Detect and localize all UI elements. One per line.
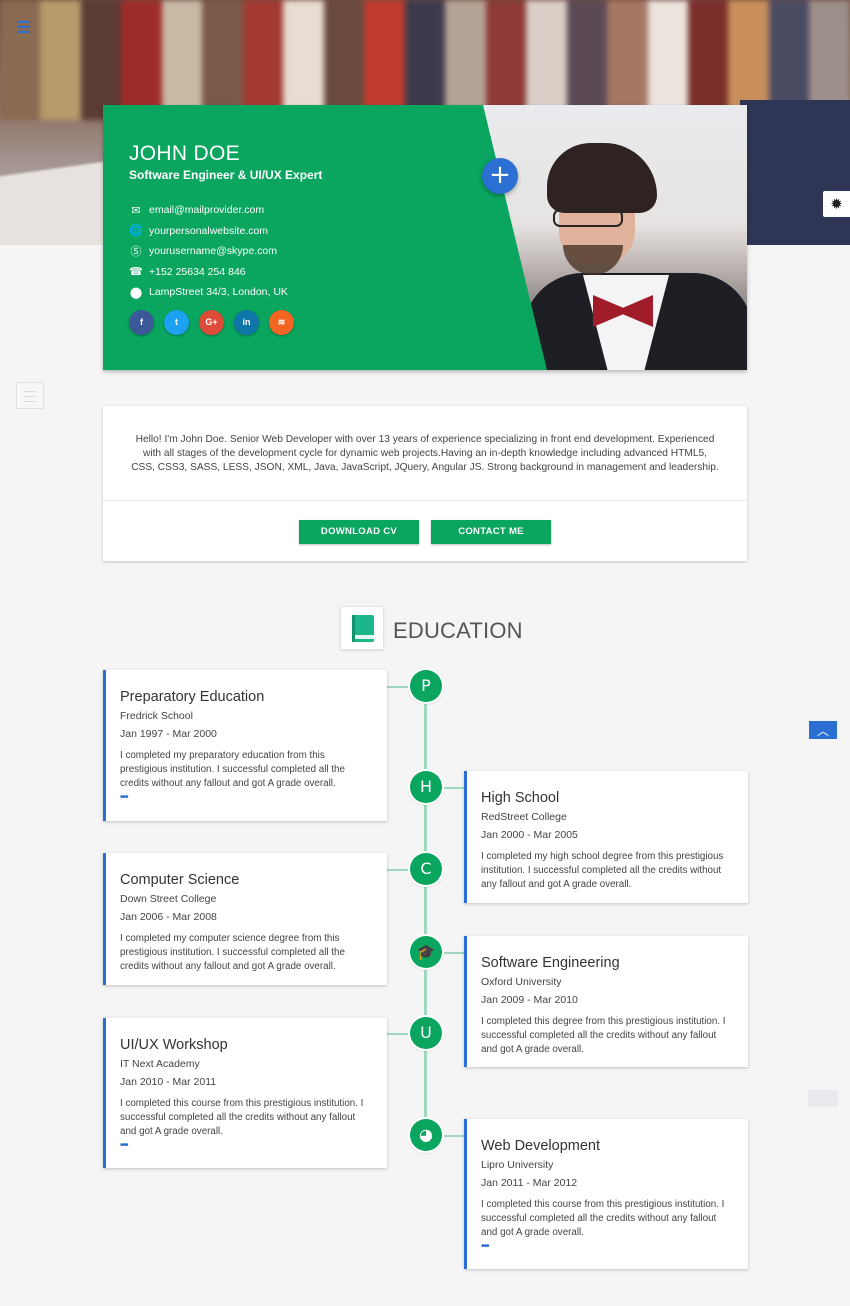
google-plus-icon[interactable]: G+ xyxy=(199,310,224,335)
contact-email[interactable]: ✉ email@mailprovider.com xyxy=(129,200,288,220)
card-date: Jan 1997 - Mar 2000 xyxy=(120,728,217,740)
phone-icon: ☎ xyxy=(129,265,143,278)
profile-photo xyxy=(483,105,747,370)
linkedin-icon[interactable]: in xyxy=(234,310,259,335)
location-pin-icon: ⬤ xyxy=(129,285,143,299)
scroll-to-top-button[interactable]: ︿ xyxy=(809,721,837,739)
card-date: Jan 2000 - Mar 2005 xyxy=(481,829,578,841)
card-title: UI/UX Workshop xyxy=(120,1037,228,1053)
scroll-control[interactable] xyxy=(808,1090,838,1107)
education-card: Preparatory Education Fredrick School Ja… xyxy=(103,670,387,821)
contact-list: ✉ email@mailprovider.com 🌐 yourpersonalweb… xyxy=(129,200,288,303)
contact-me-button[interactable]: CONTACT ME xyxy=(431,520,551,544)
globe-icon: 🌐 xyxy=(129,224,143,237)
profile-card: JOHN DOE Software Engineer & UI/UX Exper… xyxy=(103,105,747,370)
education-card: Computer Science Down Street College Jan… xyxy=(103,853,387,985)
divider xyxy=(103,500,747,501)
education-card: Web Development Lipro University Jan 201… xyxy=(464,1119,748,1269)
book-icon xyxy=(340,606,384,650)
card-title: Computer Science xyxy=(120,872,240,888)
card-school: RedStreet College xyxy=(481,811,567,823)
card-school: Down Street College xyxy=(120,893,217,905)
timeline-connector xyxy=(386,1033,410,1035)
timeline-node-h: H xyxy=(410,771,442,803)
card-description: I completed my high school degree from t… xyxy=(481,851,724,890)
card-date: Jan 2006 - Mar 2008 xyxy=(120,911,217,923)
more-icon[interactable]: ••• xyxy=(120,793,373,803)
sidebar-toggle-icon[interactable] xyxy=(16,382,44,409)
contact-website[interactable]: 🌐 yourpersonalwebsite.com xyxy=(129,221,288,241)
card-title: Preparatory Education xyxy=(120,689,265,705)
card-description: I completed this course from this presti… xyxy=(120,1098,364,1137)
card-title: Software Engineering xyxy=(481,955,620,971)
education-card: UI/UX Workshop IT Next Academy Jan 2010 … xyxy=(103,1018,387,1168)
download-cv-button[interactable]: DOWNLOAD CV xyxy=(299,520,419,544)
contact-skype[interactable]: Ⓢyourusername@skype.com xyxy=(129,241,288,261)
education-heading: EDUCATION xyxy=(393,618,523,643)
settings-gear-icon[interactable]: ✹ xyxy=(823,191,850,217)
card-school: Oxford University xyxy=(481,976,562,988)
twitter-icon[interactable]: t xyxy=(164,310,189,335)
education-card: High School RedStreet College Jan 2000 -… xyxy=(464,771,748,903)
more-icon[interactable]: ••• xyxy=(481,1242,734,1252)
card-title: Web Development xyxy=(481,1138,601,1154)
timeline-node-p: P xyxy=(410,670,442,702)
menu-icon[interactable] xyxy=(18,18,40,36)
card-school: IT Next Academy xyxy=(120,1058,200,1070)
timeline-connector xyxy=(440,1135,465,1137)
timeline-connector xyxy=(386,869,410,871)
add-button[interactable]: + xyxy=(482,158,518,194)
profile-title: Software Engineer & UI/UX Expert xyxy=(129,168,323,182)
contact-address: ⬤ LampStreet 34/3, London, UK xyxy=(129,285,288,299)
timeline-connector xyxy=(386,686,410,688)
timeline-node-c: C xyxy=(410,853,442,885)
card-date: Jan 2010 - Mar 2011 xyxy=(120,1076,217,1088)
social-links: f t G+ in ≋ xyxy=(129,310,304,335)
card-school: Fredrick School xyxy=(120,710,193,722)
skype-icon: Ⓢ xyxy=(130,245,142,258)
timeline-line xyxy=(424,686,427,1136)
timeline-connector xyxy=(440,787,465,789)
facebook-icon[interactable]: f xyxy=(129,310,154,335)
email-icon: ✉ xyxy=(131,203,141,217)
card-description: I completed my preparatory education fro… xyxy=(120,750,345,789)
card-description: I completed this degree from this presti… xyxy=(481,1016,726,1055)
card-description: I completed this course from this presti… xyxy=(481,1199,725,1238)
card-date: Jan 2009 - Mar 2010 xyxy=(481,994,578,1006)
about-card: Hello! I'm John Doe. Senior Web Develope… xyxy=(103,406,747,561)
contact-phone[interactable]: ☎ +152 25634 254 846 xyxy=(129,262,288,282)
card-date: Jan 2011 - Mar 2012 xyxy=(481,1177,578,1189)
globe-icon: ◕ xyxy=(410,1119,442,1151)
graduation-cap-icon: 🎓 xyxy=(410,936,442,968)
more-icon[interactable]: ••• xyxy=(120,1141,373,1151)
timeline-connector xyxy=(440,952,465,954)
profile-name: JOHN DOE xyxy=(129,142,240,165)
rss-icon[interactable]: ≋ xyxy=(269,310,294,335)
education-card: Software Engineering Oxford University J… xyxy=(464,936,748,1067)
card-description: I completed my computer science degree f… xyxy=(120,933,345,972)
timeline-node-u: U xyxy=(410,1017,442,1049)
card-title: High School xyxy=(481,790,560,806)
about-text: Hello! I'm John Doe. Senior Web Develope… xyxy=(131,434,719,473)
card-school: Lipro University xyxy=(481,1159,554,1171)
